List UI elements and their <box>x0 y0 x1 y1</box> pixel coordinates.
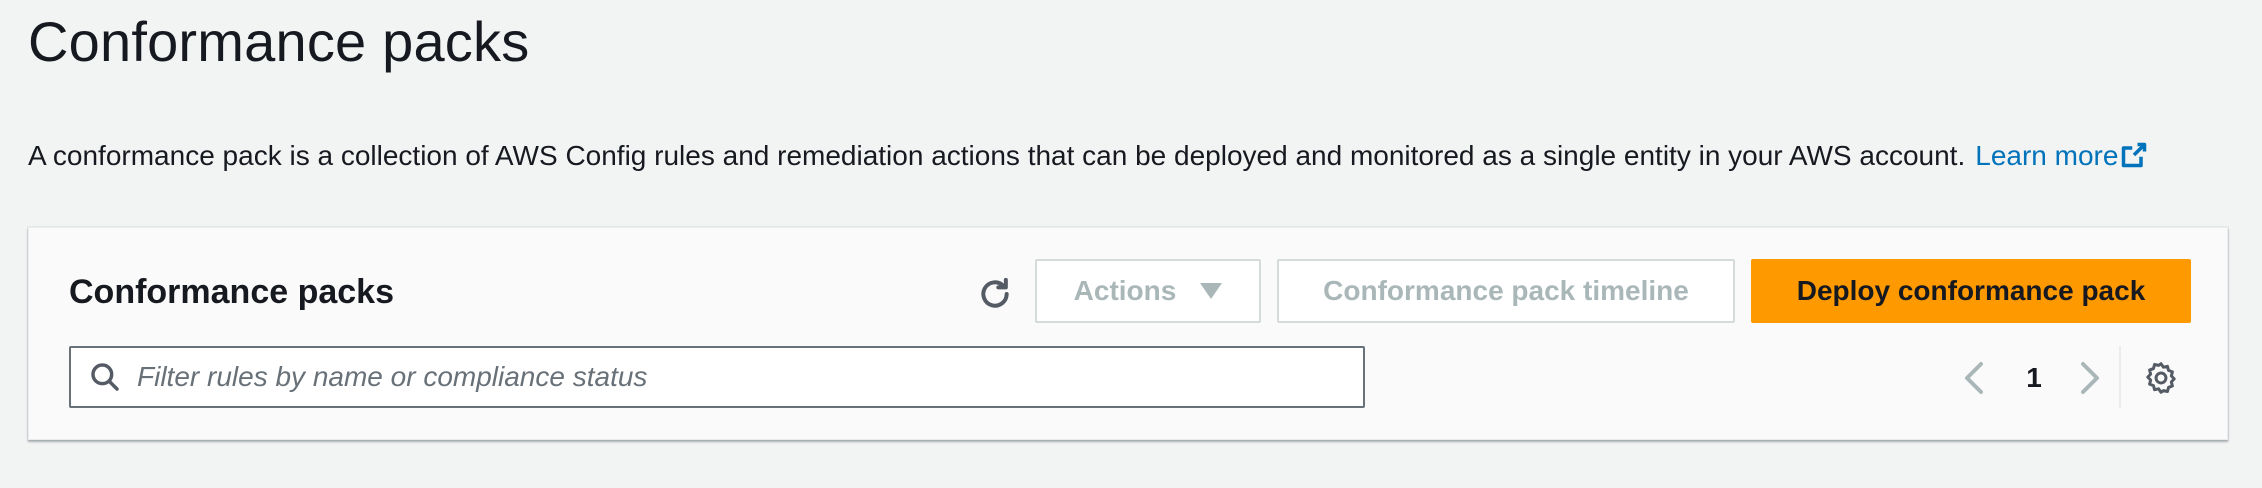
preferences-button[interactable] <box>2139 356 2183 400</box>
chevron-right-icon <box>2081 362 2099 394</box>
learn-more-label: Learn more <box>1975 140 2119 171</box>
next-page-button[interactable] <box>2073 356 2109 400</box>
search-icon <box>87 359 123 395</box>
page-description: A conformance pack is a collection of AW… <box>28 136 2148 176</box>
refresh-button[interactable] <box>969 268 1021 320</box>
refresh-icon <box>981 277 1009 308</box>
conformance-packs-panel: Conformance packs Actions Conformance pa… <box>28 227 2228 440</box>
search-field[interactable] <box>69 346 1365 408</box>
caret-down-icon <box>1200 283 1223 299</box>
page-title: Conformance packs <box>28 10 530 73</box>
panel-title: Conformance packs <box>69 273 394 311</box>
pagination-divider <box>2119 346 2121 408</box>
previous-page-button[interactable] <box>1955 356 1991 400</box>
deploy-label: Deploy conformance pack <box>1796 275 2146 306</box>
page-number-current[interactable]: 1 <box>2019 356 2049 400</box>
actions-dropdown-button[interactable]: Actions <box>1035 259 1261 323</box>
search-input[interactable] <box>137 361 1317 393</box>
timeline-label: Conformance pack timeline <box>1323 275 1689 306</box>
deploy-conformance-pack-button[interactable]: Deploy conformance pack <box>1751 259 2191 323</box>
gear-icon <box>2146 362 2176 394</box>
chevron-left-icon <box>1965 362 1983 394</box>
conformance-pack-timeline-button[interactable]: Conformance pack timeline <box>1277 259 1735 323</box>
description-text: A conformance pack is a collection of AW… <box>28 140 1966 171</box>
external-link-icon <box>2122 142 2147 168</box>
learn-more-link[interactable]: Learn more <box>1975 140 2148 171</box>
actions-label: Actions <box>1073 275 1177 306</box>
